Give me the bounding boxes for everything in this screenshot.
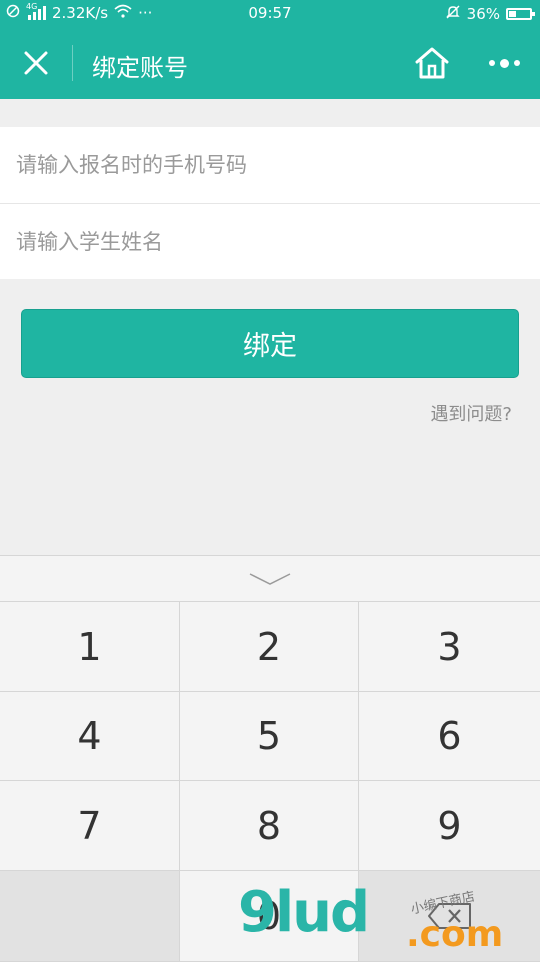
key-8[interactable]: 8 <box>180 781 359 871</box>
key-4[interactable]: 4 <box>0 692 180 781</box>
key-3[interactable]: 3 <box>359 602 540 692</box>
navigation-bar: 绑定账号 <box>0 28 540 99</box>
watermark-suffix: .com <box>406 914 504 955</box>
key-5[interactable]: 5 <box>180 692 359 781</box>
home-icon <box>415 47 449 79</box>
key-1[interactable]: 1 <box>0 602 180 692</box>
mute-bell-icon <box>445 4 461 24</box>
close-button[interactable] <box>14 41 58 85</box>
key-7[interactable]: 7 <box>0 781 180 871</box>
key-blank <box>0 871 180 962</box>
bind-button[interactable]: 绑定 <box>21 309 519 378</box>
more-dot-icon <box>488 60 495 66</box>
chevron-down-icon <box>249 572 291 585</box>
watermark-tagline: 小编下商店 <box>409 889 477 918</box>
name-row <box>0 204 540 280</box>
status-right: 36% <box>445 4 535 24</box>
phone-row <box>0 127 540 203</box>
more-dot-icon <box>513 60 520 66</box>
watermark-brand: 9lud <box>238 880 370 945</box>
help-link[interactable]: 遇到问题? <box>430 400 512 426</box>
phone-input[interactable] <box>14 152 518 178</box>
battery-percent: 36% <box>466 5 500 23</box>
more-options-button[interactable] <box>482 43 526 83</box>
battery-level <box>509 11 517 17</box>
status-bar: 4G 2.32K/s ··· 09:57 36% <box>0 0 540 28</box>
home-button[interactable] <box>410 43 454 83</box>
keyboard-collapse-button[interactable] <box>0 556 540 601</box>
close-icon <box>24 51 48 75</box>
more-dot-icon <box>499 58 509 68</box>
nav-divider <box>72 45 73 81</box>
student-name-input[interactable] <box>14 229 518 255</box>
watermark: 9lud 小编下商店 .com <box>238 880 538 960</box>
page-title: 绑定账号 <box>92 54 188 82</box>
key-9[interactable]: 9 <box>359 781 540 871</box>
key-6[interactable]: 6 <box>359 692 540 781</box>
battery-icon <box>506 8 535 20</box>
key-2[interactable]: 2 <box>180 602 359 692</box>
bind-form <box>0 127 540 279</box>
